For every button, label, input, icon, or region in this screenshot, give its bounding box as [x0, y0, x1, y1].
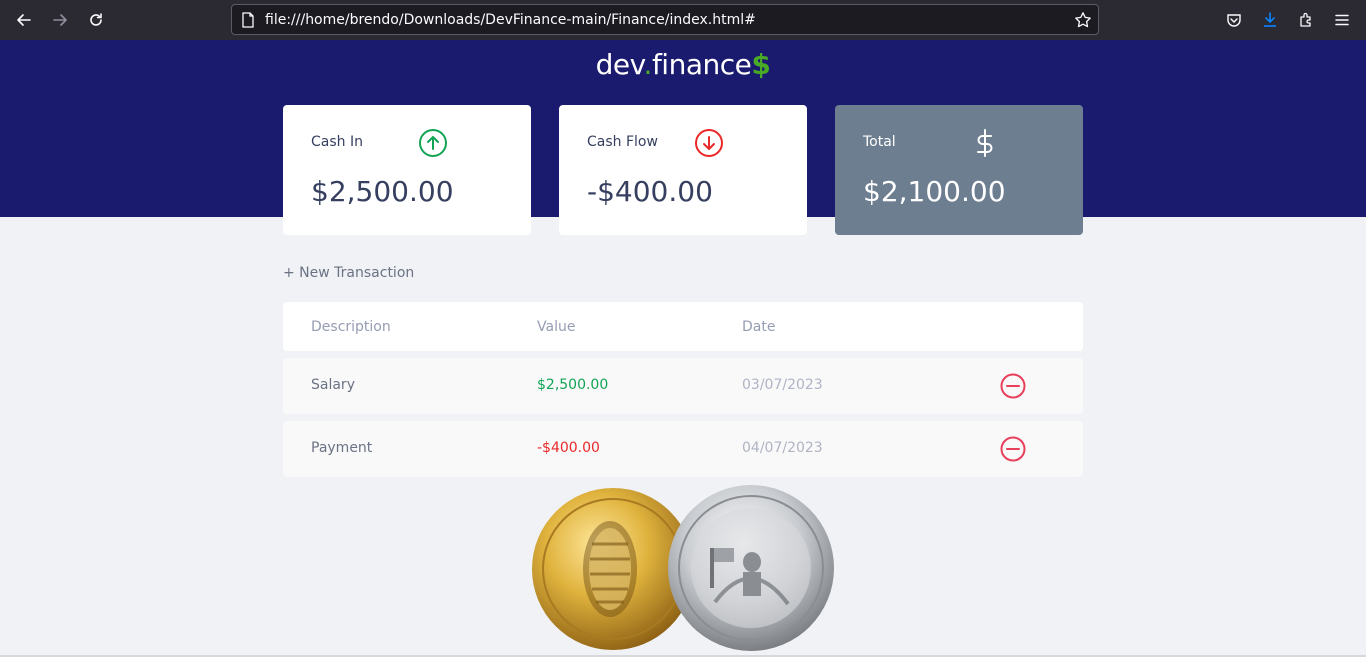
card-label: Cash In — [311, 134, 363, 150]
transaction-description: Salary — [311, 377, 355, 393]
download-icon[interactable] — [1258, 8, 1282, 32]
logo-text-dev: dev — [595, 48, 644, 81]
logo-text-finance: finance — [651, 48, 752, 81]
transaction-date: 03/07/2023 — [742, 377, 823, 393]
table-row: Payment -$400.00 04/07/2023 — [283, 421, 1083, 477]
card-total: Total $2,100.00 — [835, 105, 1083, 235]
card-label: Cash Flow — [587, 134, 658, 150]
column-header-date: Date — [742, 319, 776, 335]
remove-transaction-icon[interactable] — [1000, 436, 1026, 462]
transaction-value: $2,500.00 — [537, 377, 609, 393]
page-icon — [241, 12, 255, 32]
logo-dot: . — [643, 48, 653, 81]
extensions-icon[interactable] — [1294, 8, 1318, 32]
card-label: Total — [863, 134, 896, 150]
table-header: Description Value Date — [283, 302, 1083, 351]
dollar-sign-icon — [977, 129, 993, 157]
forward-icon[interactable] — [48, 8, 72, 32]
new-transaction-button[interactable]: + New Transaction — [283, 265, 414, 281]
silver-coin — [668, 485, 834, 651]
reload-icon[interactable] — [84, 8, 108, 32]
column-header-value: Value — [537, 319, 576, 335]
transaction-description: Payment — [311, 440, 373, 456]
menu-icon[interactable] — [1330, 8, 1354, 32]
url-text[interactable]: file:///home/brendo/Downloads/DevFinance… — [265, 12, 756, 28]
card-value: -$400.00 — [587, 175, 713, 208]
column-header-description: Description — [311, 319, 391, 335]
bookmark-star-icon[interactable] — [1074, 11, 1092, 33]
table-row: Salary $2,500.00 03/07/2023 — [283, 358, 1083, 414]
card-cash-flow: Cash Flow -$400.00 — [559, 105, 807, 235]
logo-dollar: $ — [751, 48, 771, 81]
arrow-up-circle-icon — [419, 129, 447, 157]
back-icon[interactable] — [12, 8, 36, 32]
transaction-value: -$400.00 — [537, 440, 600, 456]
card-cash-in: Cash In $2,500.00 — [283, 105, 531, 235]
pocket-icon[interactable] — [1222, 8, 1246, 32]
address-bar[interactable]: file:///home/brendo/Downloads/DevFinance… — [231, 4, 1099, 35]
coins-image — [532, 485, 834, 651]
browser-toolbar: file:///home/brendo/Downloads/DevFinance… — [0, 0, 1366, 40]
remove-transaction-icon[interactable] — [1000, 373, 1026, 399]
app-logo: dev.finance$ — [0, 48, 1366, 81]
transaction-date: 04/07/2023 — [742, 440, 823, 456]
arrow-down-circle-icon — [695, 129, 723, 157]
card-value: $2,100.00 — [863, 175, 1006, 208]
card-value: $2,500.00 — [311, 175, 454, 208]
